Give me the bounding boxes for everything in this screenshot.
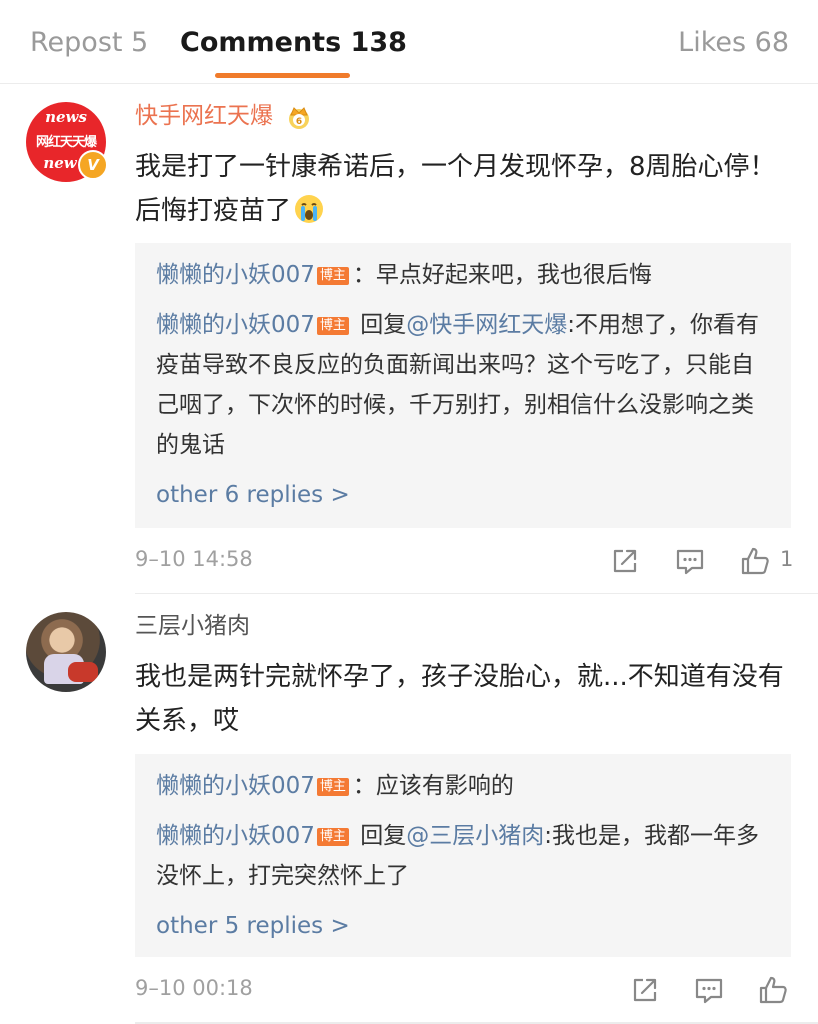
blogger-badge: 博主 [316, 267, 349, 285]
crying-face-icon [295, 195, 324, 223]
avatar-news-top-text: news [45, 108, 87, 126]
blogger-badge: 博主 [316, 828, 349, 846]
verified-badge: V [78, 150, 108, 180]
reply-item[interactable]: 懒懒的小妖007 博主 ：早点好起来吧，我也很后悔 [156, 255, 769, 295]
reply-box: 懒懒的小妖007 博主 ：应该有影响的 懒懒的小妖007 博主 回复@三层小猪肉:我也… [135, 754, 791, 957]
tab-repost[interactable]: Repost 5 [30, 26, 148, 60]
reply-prefix: 回复 [360, 312, 407, 338]
avatar-photo-detail [68, 662, 98, 682]
avatar[interactable] [26, 612, 106, 692]
username-text: 快手网红天爆 [135, 103, 273, 129]
like-icon[interactable] [739, 545, 771, 577]
reply-username[interactable]: 懒懒的小妖007 [156, 823, 315, 849]
reply-item[interactable]: 懒懒的小妖007 博主 回复@快手网红天爆:不用想了，你看有疫苗导致不良反应的负面… [156, 305, 769, 465]
share-icon[interactable] [629, 974, 661, 1006]
share-icon[interactable] [609, 545, 641, 577]
reply-box: 懒懒的小妖007 博主 ：早点好起来吧，我也很后悔 懒懒的小妖007 博主 回复@快手… [135, 243, 791, 528]
reply-text: ：早点好起来吧，我也很后悔 [352, 262, 652, 288]
comment-timestamp: 9–10 14:58 [135, 547, 253, 571]
comment-icon[interactable] [674, 545, 706, 577]
comment-text: 我是打了一针康希诺后，一个月发现怀孕，8周胎心停！后悔打疫苗了 [135, 145, 785, 233]
tab-comments[interactable]: Comments 138 [180, 26, 407, 60]
comment-text: 我也是两针完就怀孕了，孩子没胎心，就...不知道有没有关系，哎 [135, 655, 785, 743]
comment-divider [135, 593, 818, 594]
reply-username[interactable]: 懒懒的小妖007 [156, 773, 315, 799]
comment-meta-row: 9–10 14:58 1 [135, 543, 794, 583]
comment-text-content: 我也是两针完就怀孕了，孩子没胎心，就...不知道有没有关系，哎 [135, 662, 784, 736]
reply-username[interactable]: 懒懒的小妖007 [156, 262, 315, 288]
comment-username[interactable]: 快手网红天爆 6 [135, 100, 312, 132]
avatar-center-text: 网红天天爆 [35, 135, 97, 150]
tab-bar: Repost 5 Comments 138 Likes 68 [0, 0, 818, 84]
tab-likes[interactable]: Likes 68 [678, 26, 789, 60]
comment-meta-row: 9–10 00:18 [135, 972, 791, 1012]
comment-username[interactable]: 三层小猪肉 [135, 610, 250, 642]
more-replies-link[interactable]: other 6 replies > [156, 475, 769, 515]
comment-icon[interactable] [693, 974, 725, 1006]
reply-username[interactable]: 懒懒的小妖007 [156, 312, 315, 338]
reply-mention[interactable]: @三层小猪肉 [406, 823, 544, 849]
active-tab-indicator [215, 73, 350, 78]
blogger-badge: 博主 [316, 778, 349, 796]
avatar[interactable]: news 网红天天爆 new V [26, 102, 108, 182]
more-replies-link[interactable]: other 5 replies > [156, 906, 769, 946]
reply-prefix: 回复 [360, 823, 407, 849]
comment-text-content: 我是打了一针康希诺后，一个月发现怀孕，8周胎心停！后悔打疫苗了 [135, 152, 776, 226]
svg-text:6: 6 [296, 117, 302, 127]
reply-item[interactable]: 懒懒的小妖007 博主 回复@三层小猪肉:我也是，我都一年多没怀上，打完突然怀上了 [156, 816, 769, 896]
comment-timestamp: 9–10 00:18 [135, 976, 253, 1000]
reply-mention[interactable]: @快手网红天爆 [406, 312, 567, 338]
reply-text: ：应该有影响的 [352, 773, 514, 799]
blogger-badge: 博主 [316, 317, 349, 335]
reply-item[interactable]: 懒懒的小妖007 博主 ：应该有影响的 [156, 766, 769, 806]
like-count: 1 [780, 547, 794, 571]
like-icon[interactable] [757, 974, 789, 1006]
username-text: 三层小猪肉 [135, 613, 250, 639]
crown-icon: 6 [289, 106, 310, 129]
